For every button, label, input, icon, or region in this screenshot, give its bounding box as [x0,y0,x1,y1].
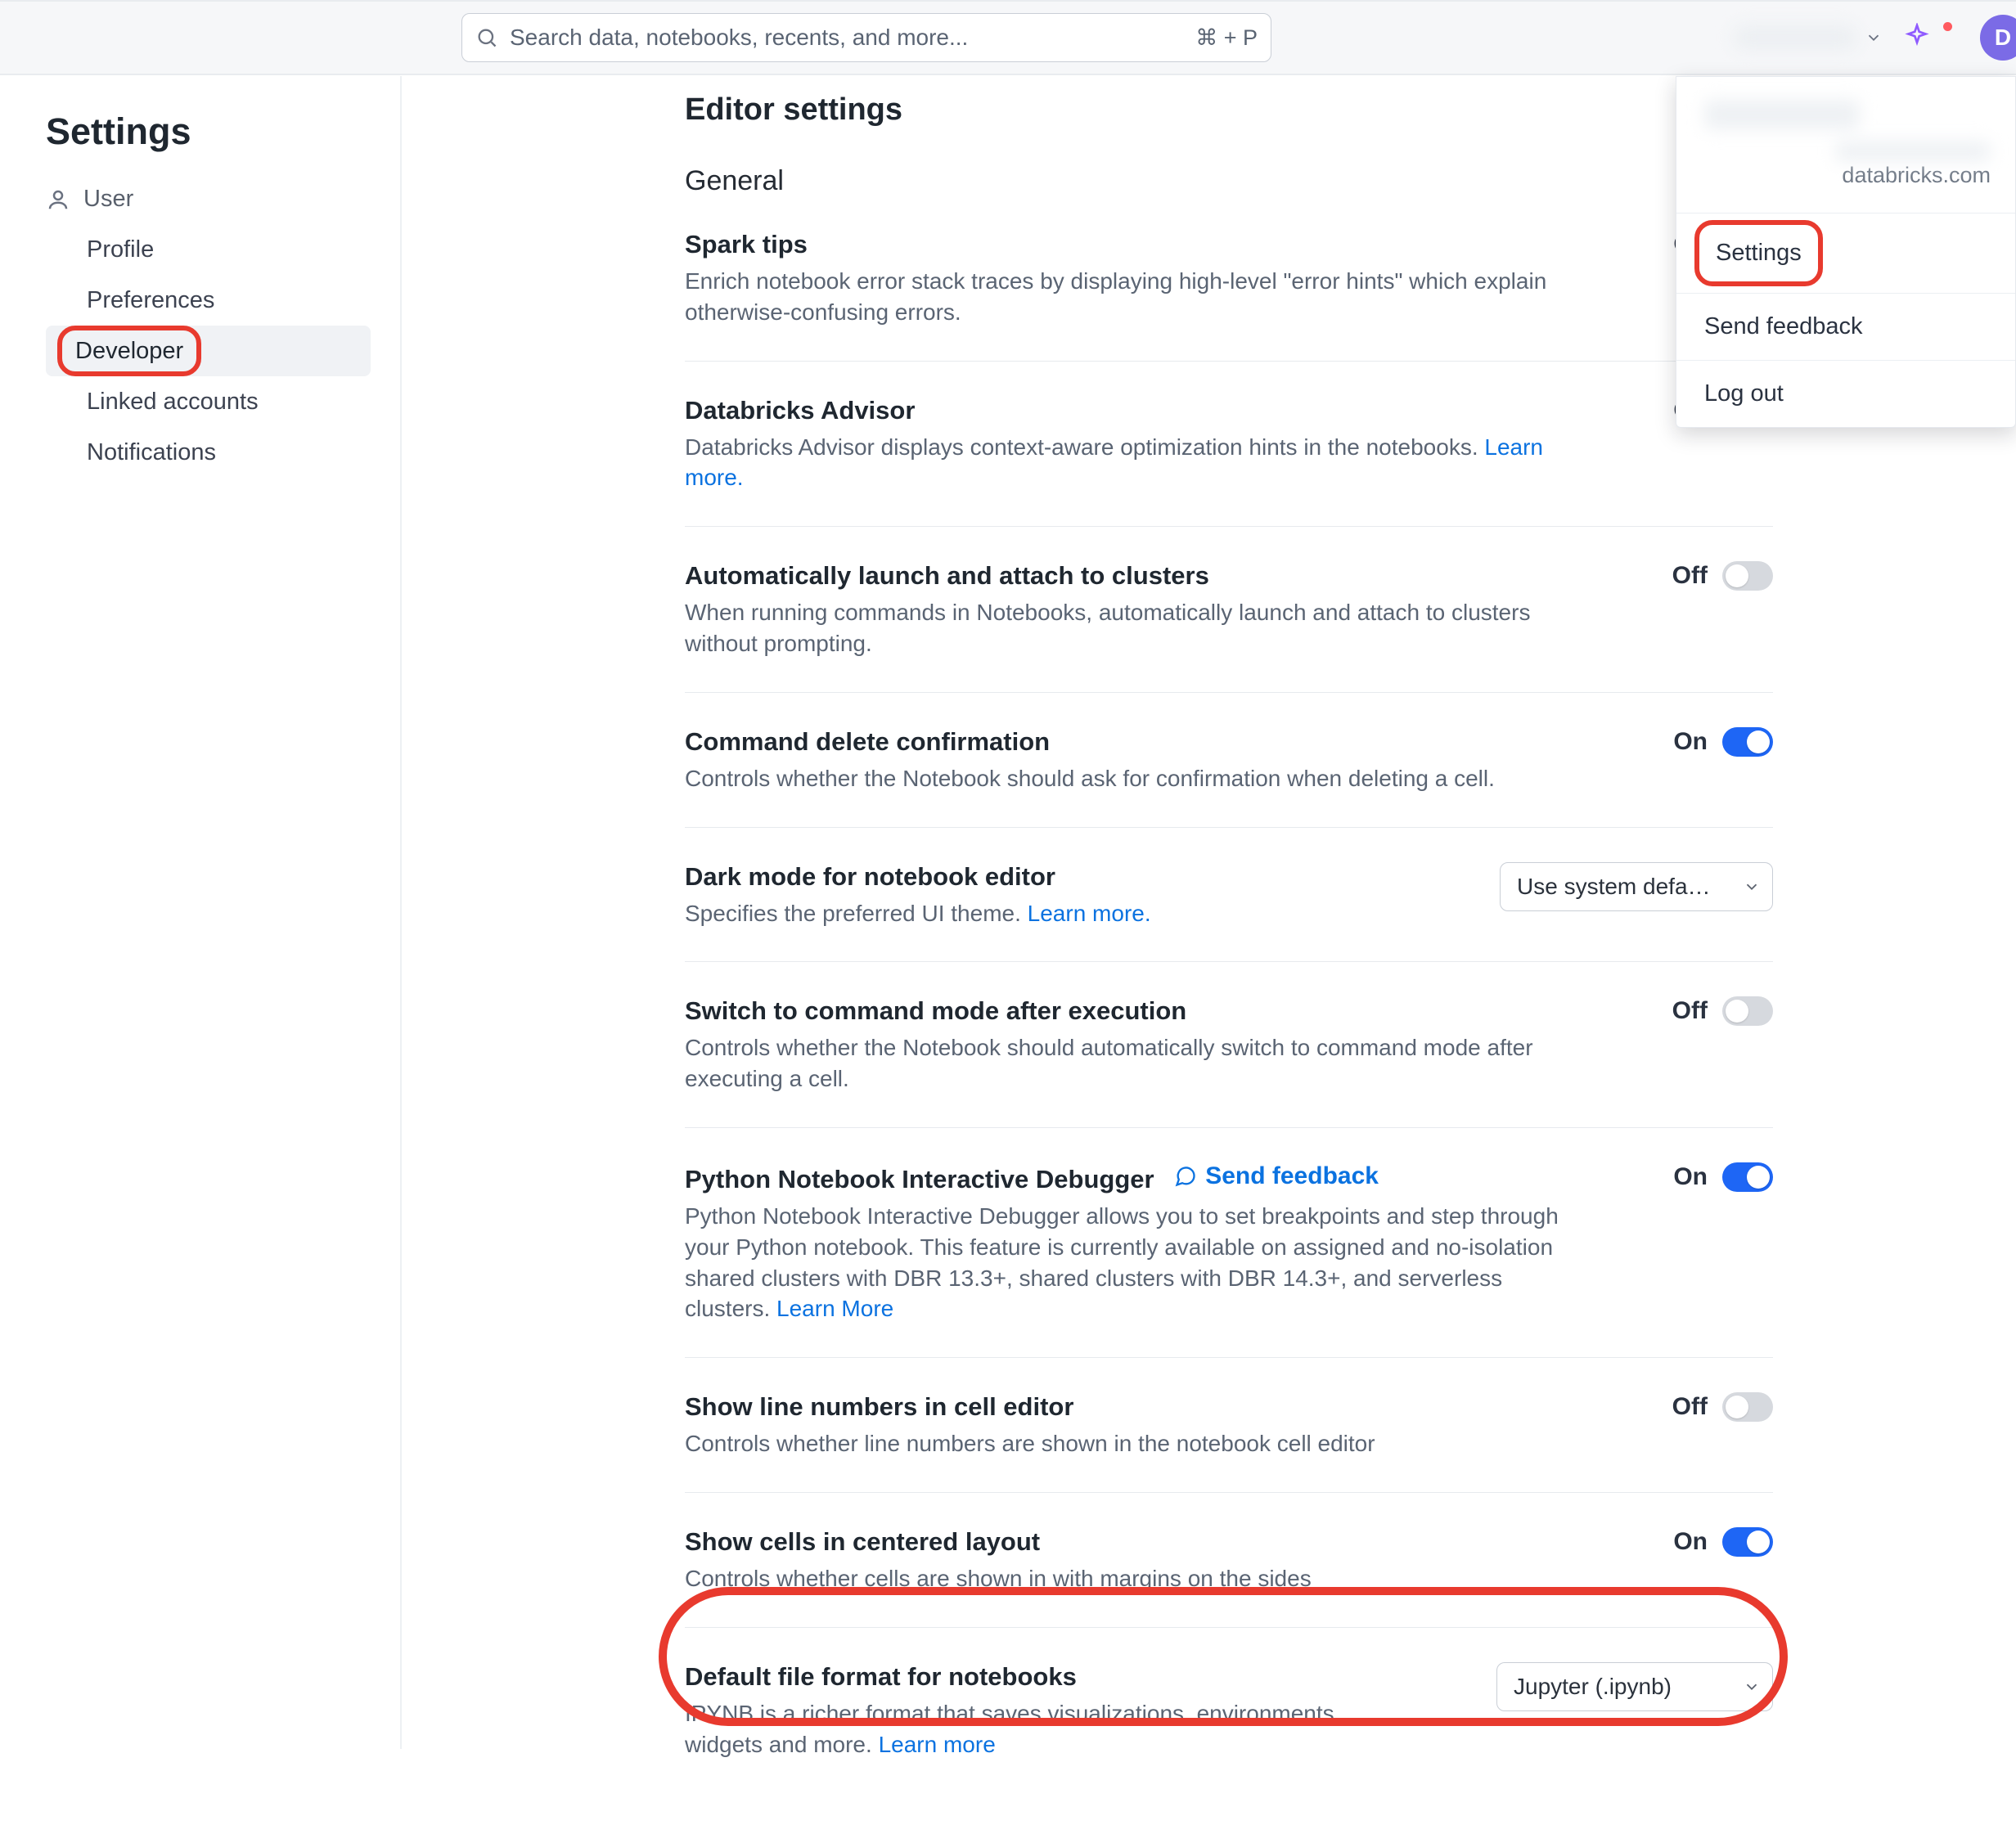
toggle-command-mode[interactable] [1722,996,1773,1026]
toggle-auto-launch[interactable] [1722,561,1773,591]
setting-title: Automatically launch and attach to clust… [685,561,1568,591]
sidebar-item-linked-accounts[interactable]: Linked accounts [46,376,371,427]
page-title: Editor settings [685,92,1773,128]
send-feedback-link[interactable]: Send feedback [1174,1162,1379,1190]
setting-title: Databricks Advisor [685,396,1568,425]
setting-title: Dark mode for notebook editor [685,862,1151,892]
setting-dark-mode: Dark mode for notebook editor Specifies … [685,862,1773,963]
sidebar: Settings User Profile Preferences Develo… [0,76,402,1749]
notification-dot [1943,22,1952,31]
learn-more-link[interactable]: Learn more [879,1732,996,1757]
toggle-state: Off [1672,1393,1708,1421]
select-value: Use system default… [1517,874,1713,900]
setting-python-debugger: Python Notebook Interactive Debugger Sen… [685,1162,1773,1358]
avatar-letter: D [1995,25,2011,51]
learn-more-link[interactable]: Learn More [776,1296,893,1321]
setting-desc: Python Notebook Interactive Debugger all… [685,1201,1568,1324]
setting-spark-tips: Spark tips Enrich notebook error stack t… [685,230,1773,362]
toggle-centered-layout[interactable] [1722,1527,1773,1557]
setting-advisor: Databricks Advisor Databricks Advisor di… [685,396,1773,528]
setting-title: Command delete confirmation [685,727,1495,757]
sidebar-item-developer[interactable]: Developer [46,326,371,376]
setting-line-numbers: Show line numbers in cell editor Control… [685,1392,1773,1493]
chevron-down-icon [1743,878,1761,896]
toggle-python-debugger[interactable] [1722,1162,1773,1192]
workspace-switcher[interactable] [1734,25,1883,50]
search-placeholder: Search data, notebooks, recents, and mor… [510,25,1184,51]
toggle-state: Off [1672,562,1708,590]
user-menu-settings[interactable]: Settings [1676,214,2015,294]
toggle-state: On [1673,1163,1708,1191]
setting-command-mode: Switch to command mode after execution C… [685,996,1773,1128]
assistant-icon[interactable] [1902,23,1932,52]
topbar: Search data, notebooks, recents, and mor… [0,0,2016,75]
setting-delete-confirm: Command delete confirmation Controls whe… [685,727,1773,828]
workspace-name [1734,25,1856,50]
setting-desc: Databricks Advisor displays context-awar… [685,432,1568,494]
user-email: databricks.com [1704,137,1991,188]
search-shortcut: ⌘ + P [1195,25,1258,51]
annotation-oval-file-format [659,1587,1788,1726]
setting-desc: Controls whether line numbers are shown … [685,1428,1375,1459]
setting-desc: Specifies the preferred UI theme. Learn … [685,898,1151,929]
user-menu-header: databricks.com [1676,77,2015,214]
setting-auto-launch: Automatically launch and attach to clust… [685,561,1773,693]
user-menu-logout[interactable]: Log out [1676,361,2015,427]
toggle-line-numbers[interactable] [1722,1392,1773,1422]
avatar[interactable]: D [1980,15,2016,61]
toggle-state: On [1673,1528,1708,1556]
section-general: General [685,165,1773,197]
search-input[interactable]: Search data, notebooks, recents, and mor… [461,13,1271,62]
setting-desc: Controls whether the Notebook should ask… [685,763,1495,794]
search-icon [475,26,498,49]
select-dark-mode[interactable]: Use system default… [1500,862,1773,911]
setting-title: Show cells in centered layout [685,1527,1312,1557]
sidebar-list: Profile Preferences Developer Linked acc… [46,224,371,478]
chevron-down-icon [1865,29,1883,47]
setting-title: Python Notebook Interactive Debugger Sen… [685,1162,1568,1194]
user-menu-feedback[interactable]: Send feedback [1676,294,2015,361]
setting-desc: Enrich notebook error stack traces by di… [685,266,1568,328]
setting-title: Spark tips [685,230,1568,259]
learn-more-link[interactable]: Learn more. [1028,901,1151,926]
chat-icon [1174,1165,1197,1188]
user-icon [46,187,70,212]
sidebar-group-user: User [46,186,371,213]
setting-title: Switch to command mode after execution [685,996,1568,1026]
user-name [1704,100,1860,129]
setting-title: Show line numbers in cell editor [685,1392,1375,1422]
settings-title: Settings [46,110,371,153]
setting-desc: When running commands in Notebooks, auto… [685,597,1568,659]
sidebar-item-preferences[interactable]: Preferences [46,275,371,326]
sidebar-item-notifications[interactable]: Notifications [46,427,371,478]
toggle-state: Off [1672,997,1708,1025]
toggle-state: On [1673,728,1708,756]
setting-desc: Controls whether the Notebook should aut… [685,1032,1568,1095]
user-menu: databricks.com Settings Send feedback Lo… [1676,76,2016,428]
toggle-delete-confirm[interactable] [1722,727,1773,757]
sidebar-item-profile[interactable]: Profile [46,224,371,275]
